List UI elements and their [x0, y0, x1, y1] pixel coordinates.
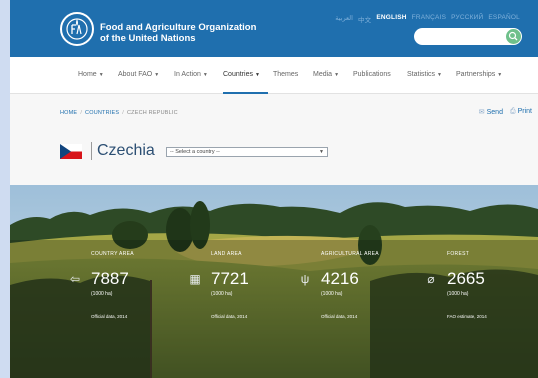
- stat-unit: (1000 ha): [91, 291, 113, 297]
- nav-publications[interactable]: Publications: [353, 71, 391, 78]
- nav-statistics-label: Statistics: [407, 71, 436, 78]
- nav-home-label: Home: [78, 71, 97, 78]
- chevron-down-icon: ▼: [497, 72, 503, 78]
- chevron-down-icon: ▼: [154, 72, 160, 78]
- search-button[interactable]: [506, 29, 521, 44]
- stat-source: Official data, 2014: [211, 314, 248, 319]
- nav-partnerships[interactable]: Partnerships ▼: [456, 71, 502, 78]
- chevron-down-icon: ▼: [202, 72, 208, 78]
- stat-unit: (1000 ha): [447, 291, 469, 297]
- stat-land-area: LAND AREA ▦ 7721 (1000 ha) Official data…: [189, 251, 249, 319]
- stat-country-area: COUNTRY AREA ⇦ 7887 (1000 ha) Official d…: [70, 251, 134, 319]
- wheat-icon: ψ: [300, 272, 310, 286]
- stat-value: 4216: [321, 269, 359, 288]
- stat-forest: FOREST ⌀ 2665 (1000 ha) FAO estimate, 20…: [427, 251, 486, 319]
- czech-flag-icon: [60, 144, 82, 159]
- nav-partnerships-label: Partnerships: [456, 71, 496, 78]
- nav-about[interactable]: About FAO ▼: [118, 71, 159, 78]
- lang-arabic[interactable]: العربية: [335, 14, 353, 24]
- grid-icon: ▦: [189, 272, 201, 286]
- nav-media-label: Media: [313, 71, 333, 78]
- stat-source: FAO estimate, 2014: [447, 314, 487, 319]
- stat-value: 2665: [447, 269, 485, 288]
- country-select-value: -- Select a country --: [170, 149, 220, 155]
- nav-statistics[interactable]: Statistics ▼: [407, 71, 442, 78]
- nav-media[interactable]: Media ▼: [313, 71, 339, 78]
- breadcrumb-countries[interactable]: COUNTRIES: [85, 110, 119, 116]
- org-name-line1: Food and Agriculture Organization: [100, 22, 257, 33]
- nav-in-action-label: In Action: [174, 71, 201, 78]
- search-input[interactable]: [414, 31, 500, 48]
- breadcrumb-current: CZECH REPUBLIC: [126, 110, 178, 116]
- map-arrow-icon: ⇦: [69, 272, 81, 286]
- stat-value: 7887: [91, 269, 129, 288]
- title-divider: [91, 142, 92, 160]
- page-title: Czechia: [97, 142, 155, 159]
- nav-home[interactable]: Home ▼: [78, 71, 104, 78]
- search-box: [414, 28, 522, 48]
- breadcrumb-separator: /: [80, 110, 83, 116]
- org-name-line2: of the United Nations: [100, 33, 196, 44]
- stat-agricultural-area: AGRICULTURAL AREA ψ 4216 (1000 ha) Offic…: [301, 251, 379, 319]
- stat-label: COUNTRY AREA: [91, 251, 134, 257]
- breadcrumb: HOME / COUNTRIES / CZECH REPUBLIC: [60, 110, 178, 116]
- lang-russian[interactable]: РУССКИЙ: [451, 14, 483, 24]
- print-icon: ⎙: [509, 108, 516, 115]
- send-label: Send: [486, 109, 503, 116]
- chevron-down-icon: ▼: [319, 149, 324, 155]
- stat-label: LAND AREA: [211, 251, 242, 257]
- search-icon: [508, 31, 518, 41]
- nav-themes-label: Themes: [273, 71, 299, 78]
- site-header: Food and Agriculture Organization of the…: [10, 0, 538, 57]
- chevron-down-icon: ▼: [437, 72, 442, 78]
- lang-french[interactable]: FRANÇAIS: [412, 14, 446, 24]
- breadcrumb-home[interactable]: HOME: [60, 110, 77, 116]
- nav-countries[interactable]: Countries ▼: [223, 71, 260, 78]
- main-nav: Home ▼ About FAO ▼ In Action ▼ Countries ▼ T…: [10, 57, 538, 94]
- leaf-icon: ⌀: [427, 272, 435, 286]
- lang-english[interactable]: ENGLISH: [376, 14, 406, 24]
- nav-publications-label: Publications: [353, 71, 391, 78]
- fao-logo-icon[interactable]: [60, 12, 94, 46]
- chevron-down-icon: ▼: [254, 72, 260, 78]
- lang-spanish[interactable]: ESPAÑOL: [488, 14, 520, 24]
- lang-chinese[interactable]: 中文: [358, 14, 371, 24]
- stat-unit: (1000 ha): [321, 291, 343, 297]
- mail-icon: ✉: [478, 109, 485, 116]
- stat-unit: (1000 ha): [211, 291, 233, 297]
- nav-about-label: About FAO: [118, 71, 153, 78]
- nav-themes[interactable]: Themes: [273, 71, 298, 78]
- hero-landscape: COUNTRY AREA ⇦ 7887 (1000 ha) Official d…: [10, 185, 538, 378]
- stat-value: 7721: [211, 269, 249, 288]
- country-header-band: [10, 94, 538, 185]
- stat-label: AGRICULTURAL AREA: [321, 251, 379, 257]
- language-switcher: العربية 中文 ENGLISH FRANÇAIS РУССКИЙ ESPA…: [335, 14, 520, 24]
- stat-source: Official data, 2014: [91, 314, 128, 319]
- page-tools: ✉ Send ⎙ Print: [479, 108, 532, 116]
- print-label: Print: [517, 108, 532, 115]
- nav-in-action[interactable]: In Action ▼: [174, 71, 208, 78]
- send-link[interactable]: ✉ Send: [479, 108, 503, 116]
- country-select[interactable]: -- Select a country -- ▼: [166, 147, 328, 157]
- page-frame: Food and Agriculture Organization of the…: [10, 0, 538, 378]
- stat-label: FOREST: [447, 251, 470, 257]
- print-link[interactable]: ⎙ Print: [510, 108, 532, 116]
- org-name[interactable]: Food and Agriculture Organization of the…: [100, 22, 256, 44]
- chevron-down-icon: ▼: [98, 72, 104, 78]
- stat-source: Official data, 2014: [321, 314, 358, 319]
- chevron-down-icon: ▼: [334, 72, 340, 78]
- nav-countries-label: Countries: [223, 71, 253, 78]
- breadcrumb-separator: /: [122, 110, 124, 116]
